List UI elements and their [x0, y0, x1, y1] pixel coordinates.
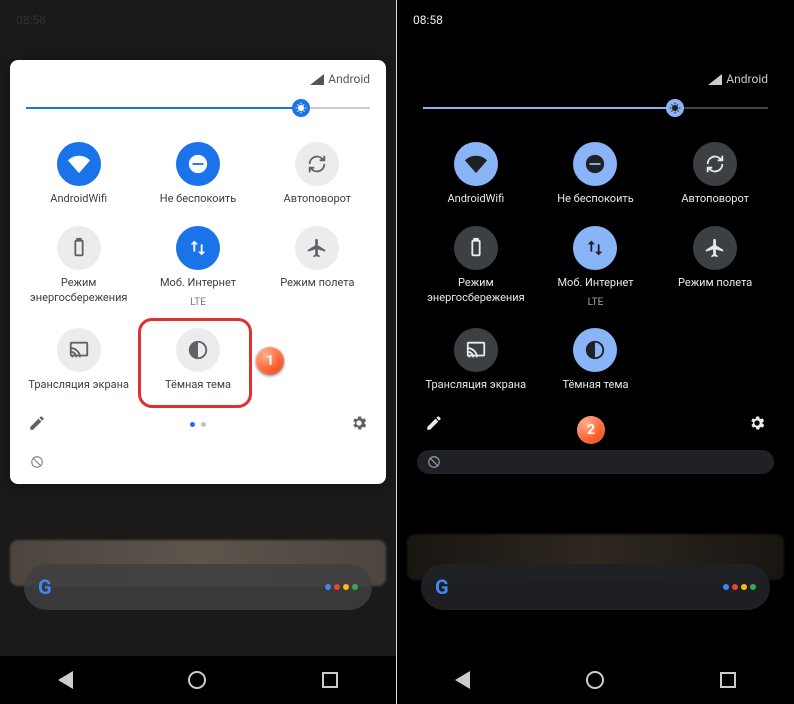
tile-wifi[interactable]: AndroidWifi	[22, 142, 135, 206]
tile-dark-theme[interactable]: Тёмная тема	[539, 328, 653, 392]
rotate-icon[interactable]	[693, 142, 737, 186]
notif-icon	[427, 455, 441, 469]
tile-label: Режим полета	[280, 276, 354, 290]
cast-icon[interactable]	[454, 328, 498, 372]
tile-label: Автоповорот	[681, 192, 749, 206]
nav-recents-icon[interactable]	[720, 672, 736, 688]
marker-1: 1	[256, 347, 284, 375]
battery-icon[interactable]	[57, 226, 101, 270]
assistant-icon[interactable]	[325, 584, 358, 590]
phone-light: 08:58 Android AndroidWifi Не беспокоить	[0, 0, 397, 704]
tile-mobile-data[interactable]: Моб. Интернет LTE	[539, 226, 653, 307]
tile-label: Тёмная тема	[165, 378, 231, 392]
clock: 08:58	[413, 13, 443, 27]
search-bar[interactable]: G	[24, 564, 372, 610]
tile-dark-theme[interactable]: Тёмная тема	[141, 328, 254, 392]
settings-button[interactable]	[748, 414, 766, 436]
airplane-icon[interactable]	[693, 226, 737, 270]
edit-button[interactable]	[425, 414, 443, 436]
brightness-thumb[interactable]	[292, 99, 310, 117]
signal-icon	[310, 74, 324, 85]
nav-back-icon[interactable]	[455, 671, 470, 689]
tiles-grid: AndroidWifi Не беспокоить Автоповорот Ре…	[20, 136, 376, 402]
page-indicator	[190, 422, 206, 427]
signal-icon	[708, 74, 722, 85]
status-row: Android	[20, 72, 376, 96]
nav-back-icon[interactable]	[58, 671, 73, 689]
carrier-label: Android	[328, 72, 370, 86]
nav-home-icon[interactable]	[188, 671, 206, 689]
tile-sublabel: LTE	[190, 297, 206, 308]
mobile-data-icon[interactable]	[176, 226, 220, 270]
wifi-icon[interactable]	[454, 142, 498, 186]
brightness-slider[interactable]	[26, 96, 370, 120]
notif-icon	[30, 455, 44, 469]
tile-wifi[interactable]: AndroidWifi	[419, 142, 533, 206]
dnd-icon[interactable]	[573, 142, 617, 186]
quick-settings-panel: Android AndroidWifi Не беспокоить Автопо…	[407, 60, 784, 484]
assistant-icon[interactable]	[723, 584, 756, 590]
tile-airplane[interactable]: Режим полета	[261, 226, 374, 307]
tile-autorotate[interactable]: Автоповорот	[261, 142, 374, 206]
edit-button[interactable]	[28, 414, 46, 436]
tile-battery-saver[interactable]: Режим энергосбережения	[419, 226, 533, 307]
tile-label: AndroidWifi	[50, 192, 107, 206]
mobile-data-icon[interactable]	[573, 226, 617, 270]
tile-label: Моб. Интернет	[557, 276, 633, 290]
quick-settings-panel: Android AndroidWifi Не беспокоить Автопо…	[10, 60, 386, 484]
tile-label: Трансляция экрана	[28, 378, 129, 392]
nav-home-icon[interactable]	[586, 671, 604, 689]
brightness-slider[interactable]	[423, 96, 768, 120]
tile-label: Моб. Интернет	[160, 276, 236, 290]
dark-theme-icon[interactable]	[573, 328, 617, 372]
notification-row[interactable]	[417, 450, 774, 474]
tile-dnd[interactable]: Не беспокоить	[141, 142, 254, 206]
rotate-icon[interactable]	[295, 142, 339, 186]
tile-label: AndroidWifi	[447, 192, 504, 206]
dnd-icon[interactable]	[176, 142, 220, 186]
status-bar: 08:58	[397, 0, 794, 40]
google-logo-icon: G	[38, 575, 52, 599]
battery-icon[interactable]	[454, 226, 498, 270]
brightness-thumb[interactable]	[666, 99, 684, 117]
tile-label: Режим энергосбережения	[420, 276, 532, 305]
status-row: Android	[417, 72, 774, 96]
tile-mobile-data[interactable]: Моб. Интернет LTE	[141, 226, 254, 307]
nav-recents-icon[interactable]	[322, 672, 338, 688]
tile-label: Режим энергосбережения	[23, 276, 135, 305]
search-bar[interactable]: G	[421, 564, 770, 610]
tile-label: Режим полета	[678, 276, 752, 290]
tile-cast[interactable]: Трансляция экрана	[419, 328, 533, 392]
tile-label: Трансляция экрана	[426, 378, 527, 392]
phone-dark: 08:58 Android AndroidWifi Не беспокоить	[397, 0, 794, 704]
wifi-icon[interactable]	[57, 142, 101, 186]
tile-sublabel: LTE	[588, 297, 604, 308]
carrier-label: Android	[726, 72, 768, 86]
tile-autorotate[interactable]: Автоповорот	[658, 142, 772, 206]
tile-label: Не беспокоить	[160, 192, 236, 206]
airplane-icon[interactable]	[295, 226, 339, 270]
clock: 08:58	[16, 13, 46, 27]
tile-cast[interactable]: Трансляция экрана	[22, 328, 135, 392]
tile-label: Тёмная тема	[563, 378, 629, 392]
tile-battery-saver[interactable]: Режим энергосбережения	[22, 226, 135, 307]
tile-airplane[interactable]: Режим полета	[658, 226, 772, 307]
tiles-grid: AndroidWifi Не беспокоить Автоповорот Ре…	[417, 136, 774, 402]
status-bar: 08:58	[0, 0, 396, 40]
dark-theme-icon[interactable]	[176, 328, 220, 372]
panel-footer	[20, 402, 376, 444]
tile-label: Автоповорот	[284, 192, 352, 206]
tile-dnd[interactable]: Не беспокоить	[539, 142, 653, 206]
nav-bar	[397, 656, 794, 704]
nav-bar	[0, 656, 396, 704]
notification-row[interactable]	[20, 450, 376, 474]
marker-2: 2	[577, 416, 605, 444]
tile-label: Не беспокоить	[557, 192, 633, 206]
settings-button[interactable]	[350, 414, 368, 436]
cast-icon[interactable]	[57, 328, 101, 372]
google-logo-icon: G	[435, 575, 449, 599]
